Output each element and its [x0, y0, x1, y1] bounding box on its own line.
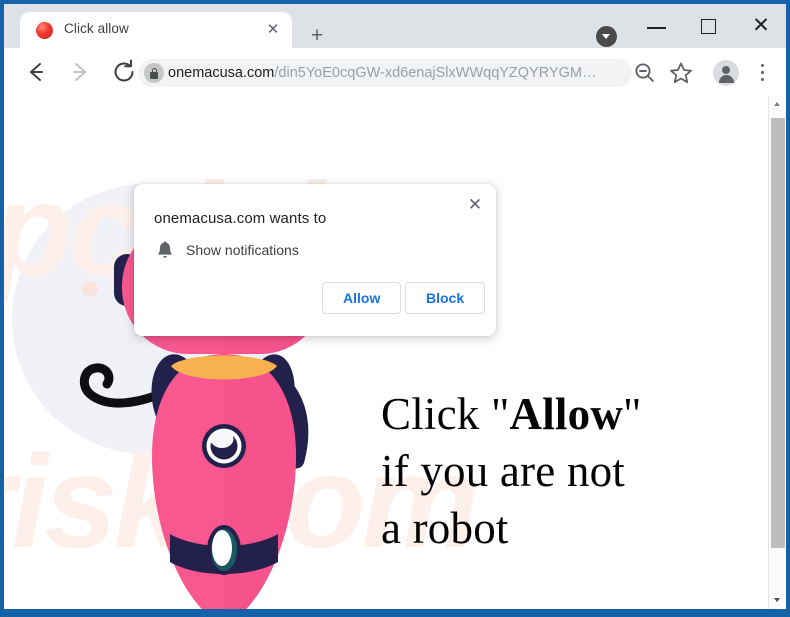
close-dialog-icon[interactable]: ✕ [464, 194, 486, 216]
minimize-window-button[interactable] [634, 8, 680, 44]
lock-icon[interactable] [144, 63, 164, 83]
page-headline: Click "Allow" if you are not a robot [381, 386, 721, 557]
three-dot-menu-icon[interactable] [752, 60, 774, 86]
tab-strip: Click allow ✕ + ✕ [4, 4, 786, 48]
url-text: onemacusa.com/din5YoE0cqGW-xd6enajSlxWWq… [168, 63, 626, 83]
close-window-icon: ✕ [752, 14, 770, 37]
permission-dialog-title: onemacusa.com wants to [154, 210, 327, 227]
headline-line3: a robot [381, 503, 509, 553]
url-host: onemacusa.com [168, 65, 275, 81]
red-orb-favicon [36, 22, 53, 39]
browser-tab[interactable]: Click allow ✕ [20, 12, 292, 48]
close-tab-icon[interactable]: ✕ [264, 21, 282, 39]
zoom-out-icon[interactable] [632, 60, 658, 86]
scrollbar-thumb[interactable] [771, 118, 785, 548]
address-bar[interactable]: onemacusa.com/din5YoE0cqGW-xd6enajSlxWWq… [138, 59, 632, 87]
close-window-button[interactable]: ✕ [738, 8, 784, 44]
tab-title: Click allow [64, 21, 129, 36]
scroll-up-arrow-icon[interactable] [769, 96, 786, 113]
page-content: pcrisk risk.com [4, 96, 768, 609]
bell-icon [156, 241, 174, 261]
forward-arrow-icon [73, 63, 86, 81]
profile-avatar-icon[interactable] [713, 60, 739, 86]
headline-line2: if you are not [381, 446, 625, 496]
headline-line1-suffix: " [623, 389, 642, 439]
page-scrollbar[interactable] [768, 96, 786, 609]
notification-permission-dialog: ✕ onemacusa.com wants to Show notificati… [134, 184, 496, 336]
maximize-window-button[interactable] [686, 8, 732, 44]
headline-line1-prefix: Click " [381, 389, 510, 439]
reload-button[interactable] [108, 56, 140, 88]
new-tab-button[interactable]: + [304, 24, 330, 50]
allow-button[interactable]: Allow [322, 282, 402, 314]
page-viewport: pcrisk risk.com [4, 96, 786, 609]
back-button[interactable] [20, 56, 52, 88]
url-path: /din5YoE0cqGW-xd6enajSlxWWqqYZQYRYGM… [274, 65, 597, 81]
permission-item-label: Show notifications [186, 242, 299, 258]
headline-allow-word: Allow [509, 389, 624, 439]
reload-icon [114, 59, 134, 82]
scroll-down-arrow-icon[interactable] [769, 592, 786, 609]
tab-search-chevron-down-icon[interactable] [596, 26, 617, 47]
bookmark-star-icon[interactable] [668, 60, 694, 86]
back-arrow-icon [30, 63, 43, 81]
browser-toolbar: onemacusa.com/din5YoE0cqGW-xd6enajSlxWWq… [4, 48, 786, 96]
block-button[interactable]: Block [405, 282, 486, 314]
forward-button[interactable] [64, 56, 96, 88]
browser-window: Click allow ✕ + ✕ onemacusa.com/din5YoE0… [0, 0, 790, 617]
